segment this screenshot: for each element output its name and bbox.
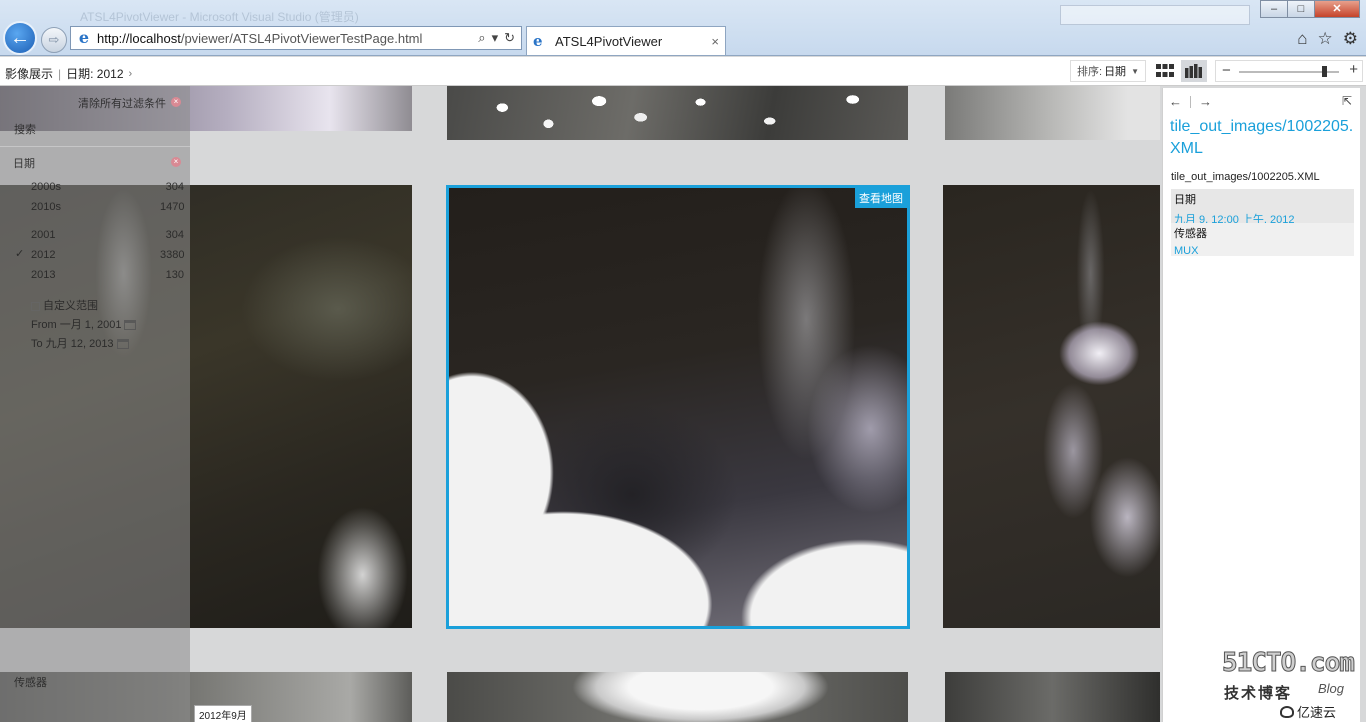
ie-page-icon: e bbox=[78, 28, 90, 47]
facet-item-2010s[interactable]: 2010s bbox=[31, 201, 61, 213]
breadcrumb-filter[interactable]: 日期: 2012 bbox=[66, 65, 123, 82]
address-bar[interactable]: e http://localhost/pviewer/ATSL4PivotVie… bbox=[70, 26, 522, 50]
sort-value: 日期 bbox=[1104, 66, 1127, 78]
zoom-in-button[interactable]: + bbox=[1349, 61, 1358, 78]
breadcrumb: 影像展示 | 日期: 2012 › bbox=[5, 65, 132, 82]
watermark-logo: 51CTO.com bbox=[1222, 648, 1356, 679]
sort-dropdown[interactable]: 排序: 日期 ▼ bbox=[1070, 60, 1146, 82]
dropdown-icon[interactable]: ▾ bbox=[492, 30, 499, 46]
selected-image-tile[interactable]: 查看地图 bbox=[446, 185, 910, 629]
facet-count: 304 bbox=[165, 229, 184, 241]
next-item-icon[interactable]: → bbox=[1199, 94, 1212, 109]
pivot-toolbar: 影像展示 | 日期: 2012 › 排序: 日期 ▼ − + bbox=[0, 57, 1366, 86]
facet-item-2013[interactable]: 2013 bbox=[31, 269, 55, 281]
sort-label: 排序: bbox=[1077, 66, 1103, 78]
custom-range-checkbox[interactable] bbox=[31, 301, 40, 311]
refresh-icon[interactable]: ↻ bbox=[504, 30, 515, 46]
bucket-tooltip: 2012年9月 bbox=[194, 705, 252, 722]
browser-tab[interactable]: e ATSL4PivotViewer × bbox=[526, 26, 726, 55]
watermark-yisu: 亿速云 bbox=[1280, 702, 1336, 721]
image-tile[interactable] bbox=[447, 86, 908, 140]
histogram-view-button[interactable] bbox=[1181, 60, 1207, 82]
back-arrow-icon: ← bbox=[10, 26, 30, 49]
search-facet-label[interactable]: 搜索 bbox=[14, 121, 36, 137]
home-icon[interactable]: ⌂ bbox=[1297, 29, 1307, 49]
watermark: 51CTO.com 技术博客 Blog 亿速云 bbox=[1222, 648, 1366, 722]
details-panel: ← → ⇱ tile_out_images/1002205.XML tile_o… bbox=[1162, 88, 1360, 722]
previous-item-icon[interactable]: ← bbox=[1169, 94, 1182, 109]
sensor-facet-label[interactable]: 传感器 bbox=[14, 674, 47, 690]
divider bbox=[1190, 95, 1191, 108]
details-navigation: ← → bbox=[1169, 94, 1212, 109]
histogram-view-icon bbox=[1185, 64, 1202, 78]
address-url[interactable]: http://localhost/pviewer/ATSL4PivotViewe… bbox=[97, 31, 478, 46]
watermark-blog: Blog bbox=[1318, 681, 1345, 696]
image-tile[interactable] bbox=[447, 672, 908, 722]
facet-count: 1470 bbox=[160, 201, 185, 213]
checkmark-icon: ✓ bbox=[15, 248, 25, 260]
zoom-slider-thumb[interactable] bbox=[1322, 66, 1327, 77]
filter-panel: 清除所有过滤条件 × 搜索 日期 × 2000s 304 2010s 1470 … bbox=[0, 86, 190, 722]
facet-value-link[interactable]: MUX bbox=[1174, 245, 1351, 257]
facet-date: 日期 九月 9, 12:00 上午, 2012 bbox=[1171, 189, 1354, 226]
window-controls: – □ ✕ bbox=[1260, 0, 1360, 18]
grid-view-icon bbox=[1156, 64, 1174, 77]
breadcrumb-separator: | bbox=[58, 66, 62, 81]
calendar-icon[interactable] bbox=[116, 339, 129, 350]
chevron-right-icon: › bbox=[128, 67, 133, 80]
item-description: tile_out_images/1002205.XML bbox=[1171, 171, 1320, 183]
browser-chrome: ATSL4PivotViewer - Microsoft Visual Stud… bbox=[0, 0, 1366, 56]
image-tile[interactable] bbox=[945, 672, 1160, 722]
facet-item-2001[interactable]: 2001 bbox=[31, 229, 55, 241]
clear-all-filters[interactable]: 清除所有过滤条件 bbox=[78, 95, 166, 111]
image-tile[interactable] bbox=[945, 86, 1160, 140]
range-from-field[interactable]: From 一月 1, 2001 bbox=[31, 316, 137, 332]
custom-range-option[interactable]: 自定义范围 bbox=[31, 297, 98, 313]
clear-all-icon[interactable]: × bbox=[171, 97, 181, 107]
window-title: ATSL4PivotViewer - Microsoft Visual Stud… bbox=[80, 10, 359, 24]
close-window-button[interactable]: ✕ bbox=[1314, 0, 1360, 18]
image-tile[interactable] bbox=[943, 185, 1160, 628]
tab-close-icon[interactable]: × bbox=[711, 34, 719, 49]
facet-item-2012[interactable]: 2012 bbox=[31, 249, 55, 261]
facet-sensor: 传感器 MUX bbox=[1171, 223, 1354, 257]
zoom-control: − + bbox=[1215, 60, 1363, 82]
caret-down-icon: ▼ bbox=[1131, 66, 1139, 76]
ie-tab-icon: e bbox=[533, 32, 543, 50]
collapse-panel-icon[interactable]: ⇱ bbox=[1342, 94, 1352, 108]
date-facet-label[interactable]: 日期 bbox=[13, 155, 35, 171]
forward-button[interactable]: ⇨ bbox=[41, 27, 67, 53]
facet-item-2000s[interactable]: 2000s bbox=[31, 181, 61, 193]
facet-count: 3380 bbox=[160, 249, 185, 261]
zoom-out-button[interactable]: − bbox=[1222, 62, 1231, 79]
clear-date-filter-icon[interactable]: × bbox=[171, 157, 181, 167]
browser-icons: ⌂ ☆ ⚙ bbox=[1297, 29, 1358, 49]
tools-icon[interactable]: ⚙ bbox=[1343, 29, 1358, 49]
tab-title: ATSL4PivotViewer bbox=[555, 33, 663, 49]
breadcrumb-root[interactable]: 影像展示 bbox=[5, 65, 53, 82]
minimize-button[interactable]: – bbox=[1260, 0, 1288, 18]
calendar-icon[interactable] bbox=[124, 320, 137, 331]
search-icon[interactable]: ⌕ bbox=[478, 30, 485, 46]
maximize-button[interactable]: □ bbox=[1287, 0, 1315, 18]
grid-view-button[interactable] bbox=[1152, 60, 1178, 82]
divider bbox=[0, 146, 190, 147]
view-map-button[interactable]: 查看地图 bbox=[855, 188, 907, 208]
item-title[interactable]: tile_out_images/1002205.XML bbox=[1170, 116, 1356, 160]
watermark-subtitle: 技术博客 bbox=[1224, 685, 1293, 702]
ghost-search-box bbox=[1060, 5, 1250, 25]
forward-arrow-icon: ⇨ bbox=[48, 32, 60, 47]
facet-label: 日期 bbox=[1174, 194, 1196, 206]
cloud-logo-icon bbox=[1280, 705, 1294, 718]
range-to-field[interactable]: To 九月 12, 2013 bbox=[31, 335, 129, 351]
facet-label: 传感器 bbox=[1174, 228, 1207, 240]
favorites-icon[interactable]: ☆ bbox=[1318, 29, 1333, 49]
facet-count: 304 bbox=[165, 181, 184, 193]
back-button[interactable]: ← bbox=[3, 21, 37, 55]
facet-count: 130 bbox=[165, 269, 184, 281]
